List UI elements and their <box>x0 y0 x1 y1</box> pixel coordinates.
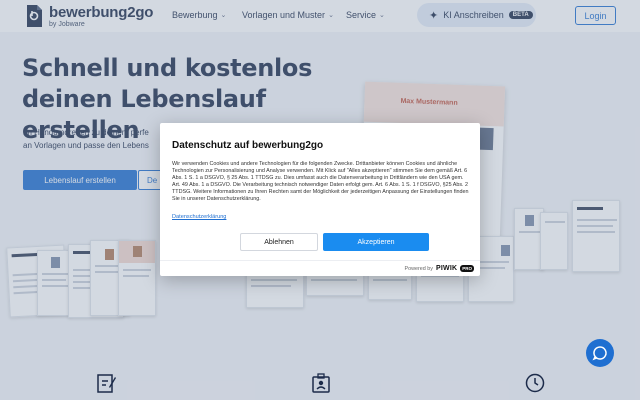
dialog-title: Datenschutz auf bewerbung2go <box>172 140 324 151</box>
document-edit-icon <box>97 374 116 393</box>
powered-by: Powered by PIWIK PRO <box>405 265 474 272</box>
pro-badge: PRO <box>460 265 474 272</box>
piwik-logo-text: PIWIK <box>436 265 458 272</box>
decline-button[interactable]: Ablehnen <box>240 233 318 251</box>
accept-button[interactable]: Akzeptieren <box>323 233 429 251</box>
dialog-body-text: Wir verwenden Cookies und andere Technol… <box>172 161 469 202</box>
clock-icon <box>525 373 545 393</box>
chat-button[interactable] <box>586 339 614 367</box>
powered-by-label: Powered by <box>404 265 433 272</box>
dialog-footer: Powered by PIWIK PRO <box>160 260 480 276</box>
privacy-policy-link[interactable]: Datenschutzerklärung <box>172 214 226 220</box>
chat-icon <box>592 346 607 361</box>
privacy-consent-dialog: Datenschutz auf bewerbung2go Wir verwend… <box>160 123 480 276</box>
briefcase-id-icon <box>312 373 330 393</box>
